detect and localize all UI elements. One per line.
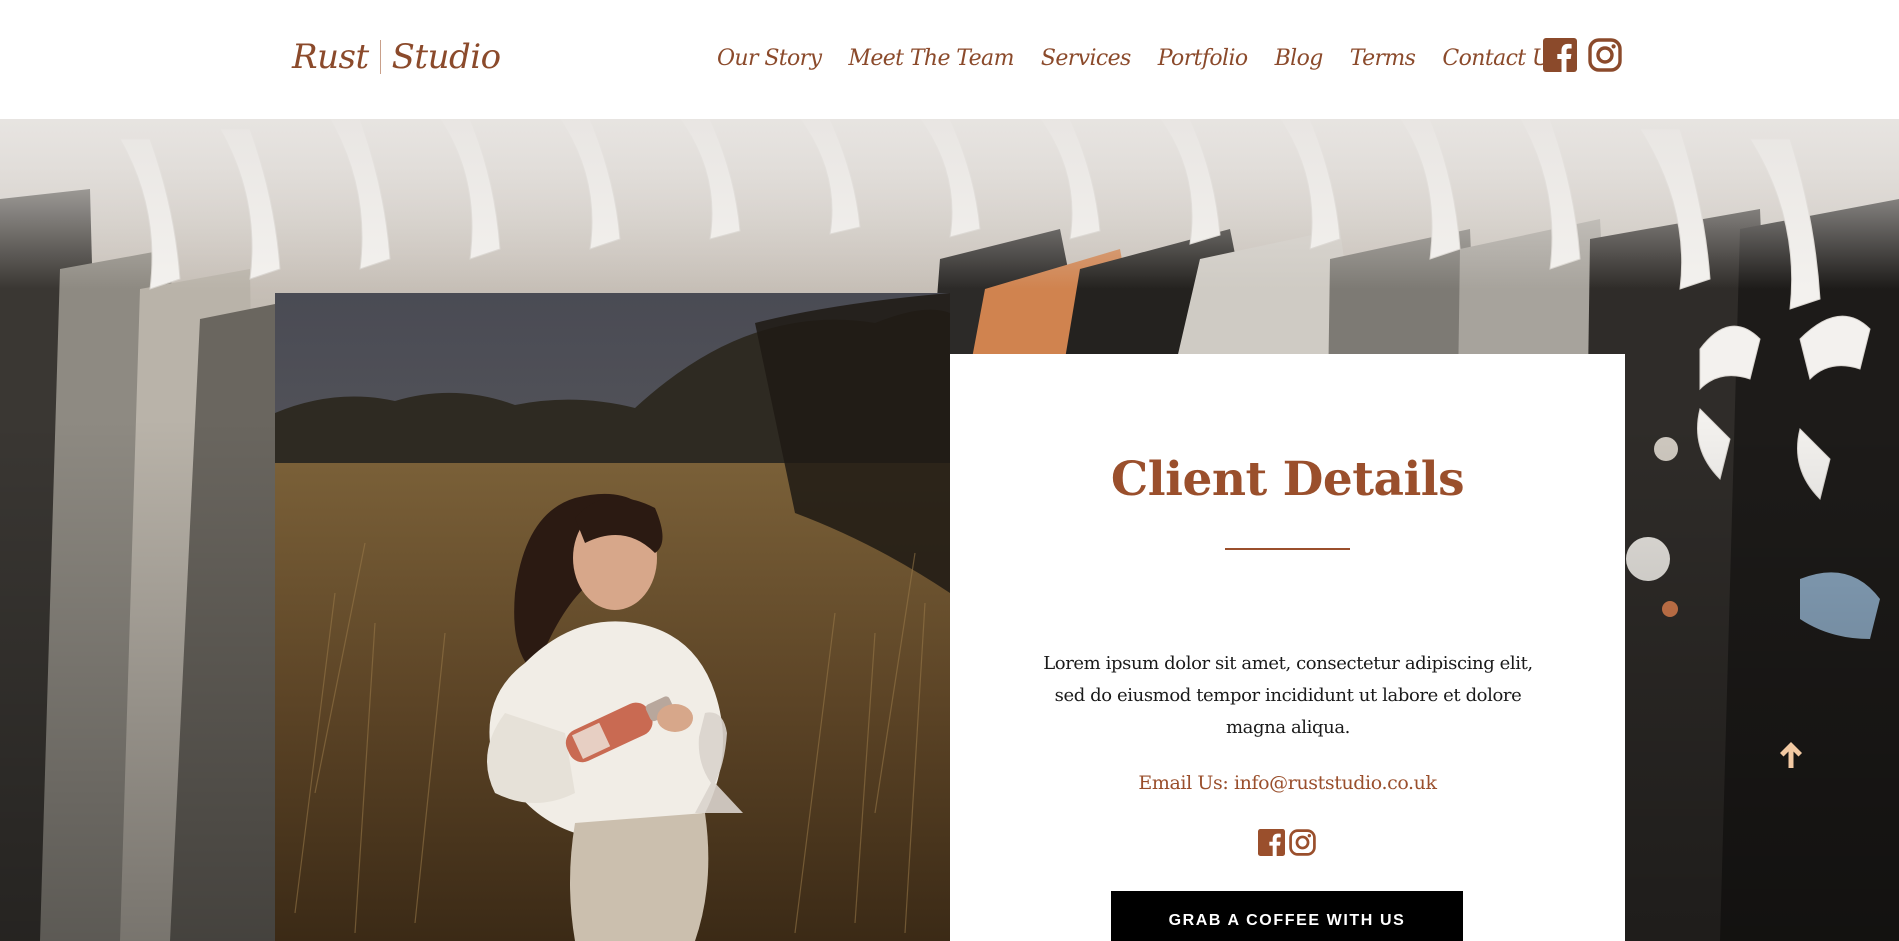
header-social-links xyxy=(1543,38,1622,72)
facebook-icon[interactable] xyxy=(1258,829,1285,856)
woman-in-field-image xyxy=(275,293,950,941)
nav-services[interactable]: Services xyxy=(1041,46,1132,71)
main-nav: Our Story Meet The Team Services Portfol… xyxy=(717,40,1561,76)
site-logo[interactable]: Rust Studio xyxy=(292,32,501,82)
site-header: Rust Studio Our Story Meet The Team Serv… xyxy=(0,0,1899,119)
logo-divider xyxy=(379,40,381,74)
nav-portfolio[interactable]: Portfolio xyxy=(1158,46,1248,71)
client-details-card: Client Details Lorem ipsum dolor sit ame… xyxy=(950,354,1625,941)
nav-our-story[interactable]: Our Story xyxy=(717,46,822,71)
card-body-text: Lorem ipsum dolor sit amet, consectetur … xyxy=(1043,653,1533,738)
nav-meet-the-team[interactable]: Meet The Team xyxy=(848,46,1014,71)
arrow-up-icon[interactable] xyxy=(1774,738,1808,772)
logo-word-right: Studio xyxy=(391,37,501,77)
nav-blog[interactable]: Blog xyxy=(1275,46,1324,71)
grab-a-coffee-button[interactable]: GRAB A COFFEE WITH US xyxy=(1111,891,1463,941)
facebook-icon[interactable] xyxy=(1543,38,1577,72)
instagram-icon[interactable] xyxy=(1588,38,1622,72)
email-link[interactable]: Email Us: info@ruststudio.co.uk xyxy=(950,772,1625,794)
card-social-links xyxy=(1258,829,1316,856)
instagram-icon[interactable] xyxy=(1289,829,1316,856)
nav-terms[interactable]: Terms xyxy=(1350,46,1416,71)
client-photo xyxy=(275,293,950,941)
logo-word-left: Rust xyxy=(292,37,369,77)
title-divider xyxy=(1225,548,1350,550)
card-title: Client Details xyxy=(1110,452,1465,507)
